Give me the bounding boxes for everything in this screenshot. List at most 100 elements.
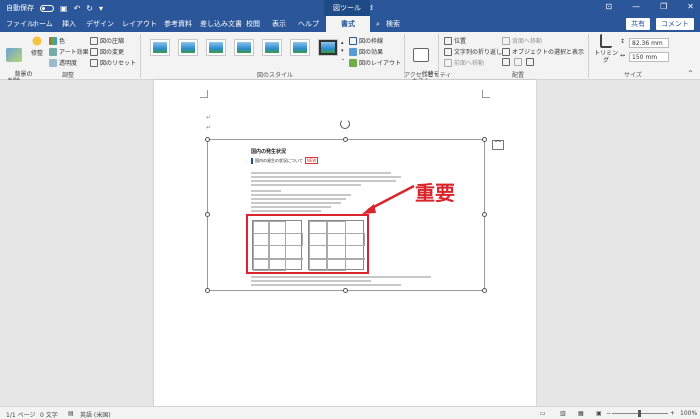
width-icon: ↔ xyxy=(620,52,626,59)
important-annotation: 重要 xyxy=(415,181,455,205)
page-count[interactable]: 1/1 ページ xyxy=(6,410,35,419)
text-line xyxy=(251,202,341,204)
print-layout-icon[interactable]: ▦ xyxy=(578,410,584,417)
picture-style-4[interactable] xyxy=(234,39,254,56)
tab-mailings[interactable]: 差し込み文書 xyxy=(198,16,244,32)
wrap-text-button[interactable]: 文字列の折り返し xyxy=(444,47,502,56)
picture-style-2[interactable] xyxy=(178,39,198,56)
corrections-button[interactable]: 修整 xyxy=(28,34,46,57)
layout-options-icon[interactable]: ⌒ xyxy=(492,140,504,150)
tab-format[interactable]: 書式 xyxy=(326,16,370,32)
new-badge: NEW xyxy=(304,157,319,164)
position-button[interactable]: 位置 xyxy=(444,36,466,45)
change-picture-button[interactable]: 図の変更 xyxy=(90,47,124,56)
tab-references[interactable]: 参考資料 xyxy=(162,16,194,32)
bring-forward-button[interactable]: 前面へ移動 xyxy=(444,58,484,67)
embedded-table-left xyxy=(252,220,303,271)
height-input[interactable]: 82.36 mm xyxy=(629,38,669,48)
zoom-slider-thumb[interactable] xyxy=(638,410,641,417)
tab-search[interactable]: 検索 xyxy=(384,16,402,32)
resize-handle-top[interactable] xyxy=(343,137,348,142)
transparency-label: 透明度 xyxy=(59,60,78,67)
search-icon[interactable]: ⌕ xyxy=(374,16,382,32)
selection-pane-button[interactable]: オブジェクトの選択と表示 xyxy=(502,47,584,56)
crop-button[interactable]: トリミング xyxy=(594,34,618,64)
selection-pane-icon xyxy=(502,47,510,56)
text-line xyxy=(251,210,321,212)
tab-home[interactable]: ホーム xyxy=(30,16,55,32)
style-preview xyxy=(153,42,167,53)
picture-layout-button[interactable]: 図のレイアウト xyxy=(349,58,401,67)
read-mode-icon[interactable]: ▥ xyxy=(560,410,566,417)
table-cell xyxy=(309,233,365,246)
transparency-button[interactable]: 透明度 xyxy=(49,58,77,67)
resize-handle-left[interactable] xyxy=(205,212,210,217)
web-layout-icon[interactable]: ▣ xyxy=(596,410,602,417)
minimize-icon[interactable]: — xyxy=(632,2,640,11)
selected-picture[interactable]: 国内の発生状況 国内の発生の状況について NEW 重要 xyxy=(207,139,485,291)
width-input[interactable]: 150 mm xyxy=(629,52,669,62)
picture-style-6[interactable] xyxy=(290,39,310,56)
picture-tools-context-label: 図ツール xyxy=(324,0,370,16)
zoom-in-icon[interactable]: + xyxy=(670,410,675,417)
word-count[interactable]: 0 文字 xyxy=(40,410,58,419)
group-separator xyxy=(438,34,439,78)
picture-style-3[interactable] xyxy=(206,39,226,56)
resize-handle-right[interactable] xyxy=(482,212,487,217)
picture-style-7[interactable] xyxy=(318,39,338,56)
resize-handle-bottom-left[interactable] xyxy=(205,288,210,293)
tab-design[interactable]: デザイン xyxy=(84,16,116,32)
text-line xyxy=(251,276,431,278)
ribbon-display-options-icon[interactable]: ⊡ xyxy=(605,2,612,11)
tab-layout[interactable]: レイアウト xyxy=(120,16,159,32)
accessibility-group-label: アクセシビリティ xyxy=(404,72,452,79)
reset-picture-button[interactable]: 図のリセット xyxy=(90,58,136,67)
picture-effects-button[interactable]: 図の効果 xyxy=(349,47,383,56)
rotate-handle[interactable] xyxy=(340,119,350,129)
resize-handle-top-right[interactable] xyxy=(482,137,487,142)
proofing-icon[interactable]: ▤ xyxy=(68,410,74,417)
table-cell xyxy=(269,221,286,271)
text-line xyxy=(251,284,401,286)
restore-icon[interactable]: ❐ xyxy=(660,2,667,11)
compress-pictures-button[interactable]: 図の圧縮 xyxy=(90,36,124,45)
share-button[interactable]: 共有 xyxy=(626,18,650,30)
group-button[interactable] xyxy=(514,58,522,66)
close-icon[interactable]: ✕ xyxy=(687,2,694,11)
tab-help[interactable]: ヘルプ xyxy=(296,16,321,32)
zoom-level[interactable]: 100% xyxy=(680,410,697,417)
color-button[interactable]: 色 xyxy=(49,36,65,45)
send-backward-button[interactable]: 背面へ移動 xyxy=(502,36,542,45)
artistic-effects-button[interactable]: アート効果 xyxy=(49,47,89,56)
rotate-button[interactable] xyxy=(526,58,534,66)
styles-scroll-down-icon[interactable]: ▾ xyxy=(341,48,344,54)
tab-review[interactable]: 校閲 xyxy=(244,16,262,32)
send-backward-icon xyxy=(502,36,510,45)
focus-mode-icon[interactable]: ▭ xyxy=(540,410,546,417)
style-preview xyxy=(237,42,251,53)
table-cell xyxy=(253,258,303,260)
picture-layout-label: 図のレイアウト xyxy=(359,60,402,67)
wrap-text-label: 文字列の折り返し xyxy=(454,49,503,56)
comments-button[interactable]: コメント xyxy=(656,18,694,30)
arrow-head xyxy=(362,204,376,214)
zoom-out-icon[interactable]: − xyxy=(606,410,611,417)
tab-insert[interactable]: 挿入 xyxy=(60,16,78,32)
styles-more-icon[interactable]: ⌄ xyxy=(341,56,345,62)
styles-scroll-up-icon[interactable]: ▴ xyxy=(341,40,344,46)
language-indicator[interactable]: 英語 (米国) xyxy=(80,410,111,419)
resize-handle-bottom-right[interactable] xyxy=(482,288,487,293)
align-button[interactable] xyxy=(502,58,510,66)
picture-border-button[interactable]: 図の枠線 xyxy=(349,36,383,45)
picture-style-5[interactable] xyxy=(262,39,282,56)
selection-pane-label: オブジェクトの選択と表示 xyxy=(512,49,585,56)
compress-icon xyxy=(90,36,98,45)
tab-view[interactable]: 表示 xyxy=(270,16,288,32)
ribbon-tabs: ファイル ホーム 挿入 デザイン レイアウト 参考資料 差し込み文書 校閲 表示… xyxy=(0,16,700,32)
collapse-ribbon-icon[interactable]: ^ xyxy=(688,70,693,77)
style-preview xyxy=(321,42,335,53)
resize-handle-bottom[interactable] xyxy=(343,288,348,293)
resize-handle-top-left[interactable] xyxy=(205,137,210,142)
picture-style-1[interactable] xyxy=(150,39,170,56)
style-preview xyxy=(209,42,223,53)
